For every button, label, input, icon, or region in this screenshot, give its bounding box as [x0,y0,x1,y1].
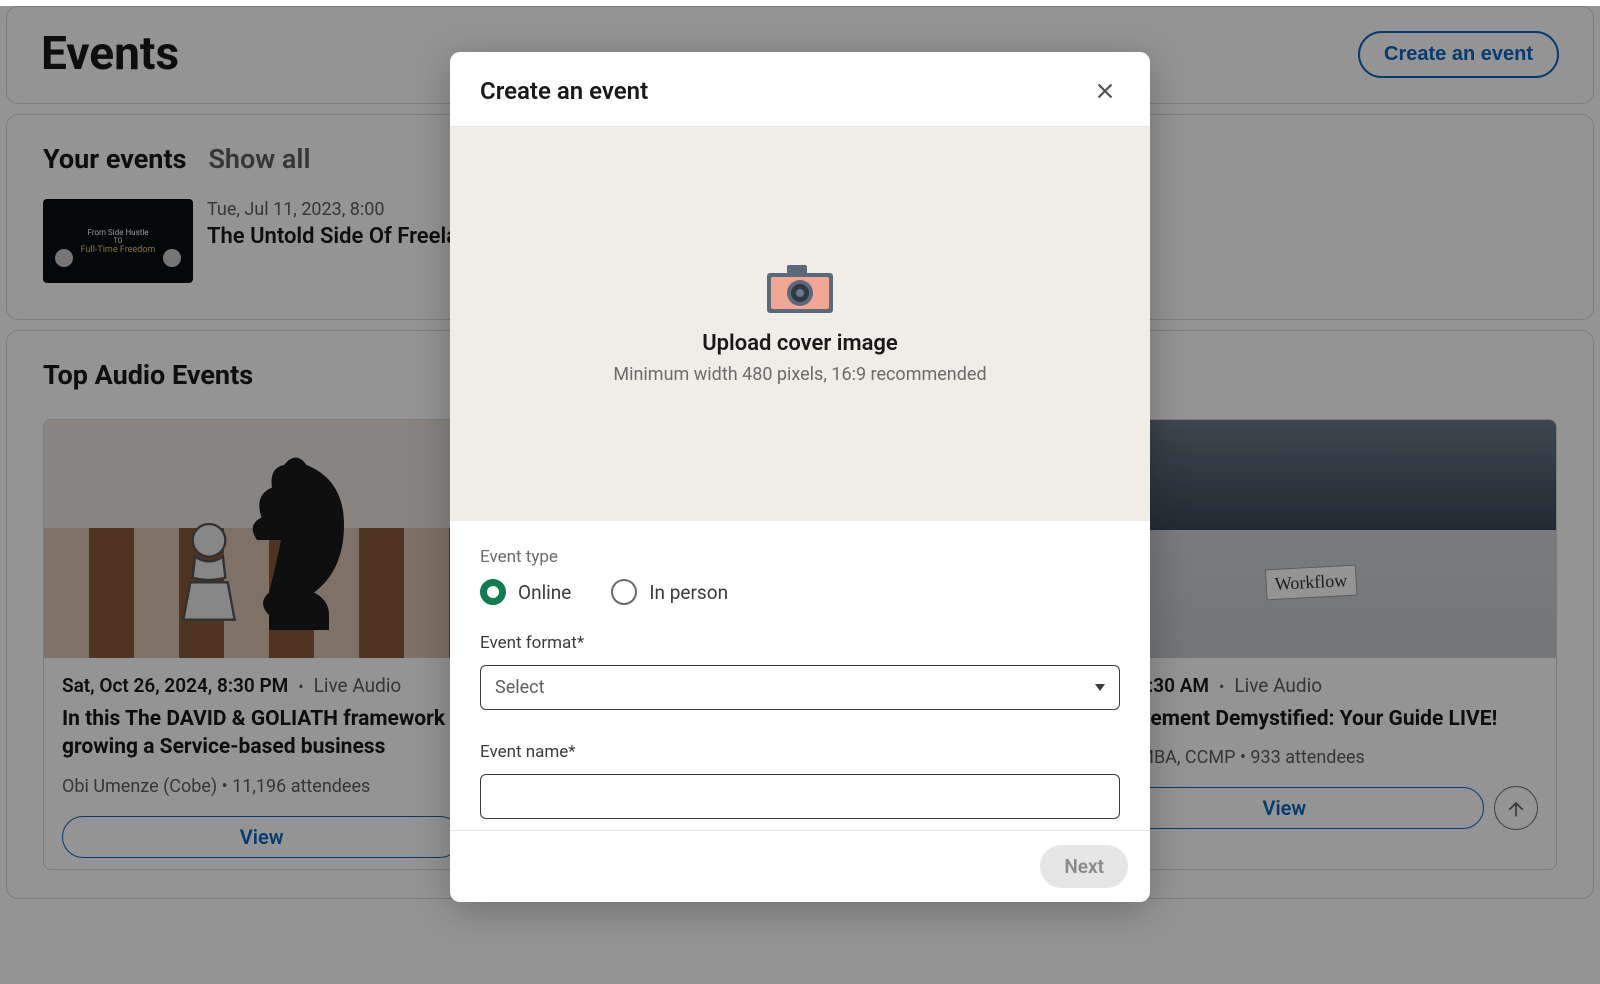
radio-online[interactable]: Online [480,579,571,605]
event-name-label: Event name* [480,742,1120,762]
camera-icon [767,263,833,313]
next-button[interactable]: Next [1040,845,1128,888]
radio-in-person[interactable]: In person [611,579,728,605]
event-format-label: Event format* [480,633,1120,653]
upload-subtitle: Minimum width 480 pixels, 16:9 recommend… [613,364,986,385]
modal-header: Create an event [450,52,1150,127]
event-format-select[interactable]: Select [480,665,1120,710]
event-type-radio-group: Online In person [480,579,1120,605]
close-icon [1094,80,1116,102]
create-event-modal: Create an event Upload cover image Minim… [450,52,1150,902]
event-type-label: Event type [480,547,1120,567]
close-button[interactable] [1088,74,1122,108]
cover-upload-area[interactable]: Upload cover image Minimum width 480 pix… [450,127,1150,521]
radio-icon [480,579,506,605]
chevron-down-icon [1095,684,1105,691]
modal-footer: Next [450,830,1150,902]
select-placeholder: Select [495,677,544,698]
event-name-input[interactable] [480,774,1120,819]
upload-title: Upload cover image [702,331,898,356]
modal-title: Create an event [480,77,648,105]
radio-icon [611,579,637,605]
